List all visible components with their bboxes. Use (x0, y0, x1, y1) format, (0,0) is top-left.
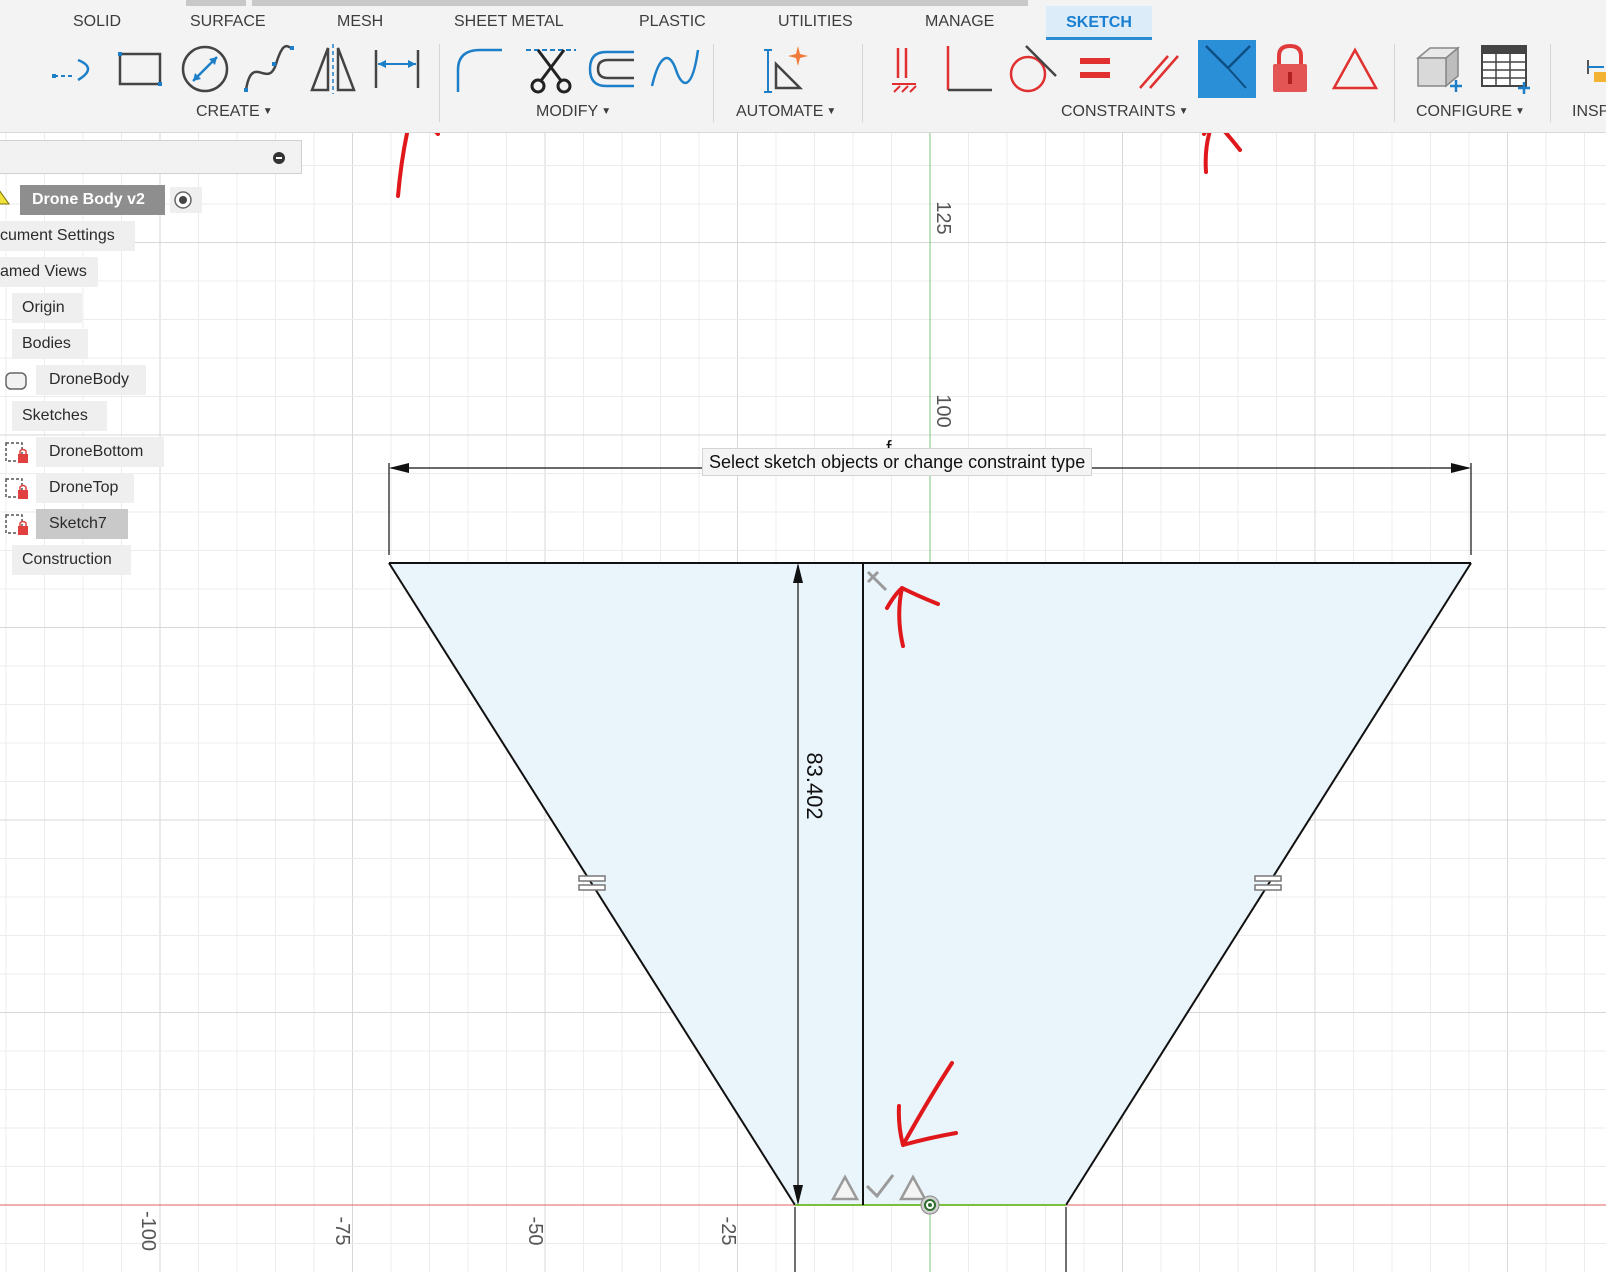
ribbon-toolbar: SOLID SURFACE MESH SHEET METAL PLASTIC U… (0, 0, 1606, 133)
browser-item-origin[interactable]: Origin (12, 293, 82, 323)
separator (439, 44, 440, 122)
collapse-icon[interactable] (273, 152, 285, 164)
sketch-profile[interactable] (388, 562, 1472, 1215)
axis-tick-label: -25 (717, 1217, 739, 1246)
constraint-tooltip: Select sketch objects or change constrai… (702, 448, 1093, 476)
fillet-icon[interactable] (452, 42, 506, 96)
equal-constraint-glyph (578, 884, 606, 891)
sketch-locked-icon (4, 513, 30, 542)
warning-icon (0, 189, 10, 210)
parallel-icon[interactable] (1132, 42, 1186, 96)
separator (1550, 44, 1551, 122)
dimension-arrow (1451, 463, 1471, 473)
modify-menu[interactable]: MODIFY ▼ (536, 103, 611, 121)
activate-radio-icon[interactable] (170, 187, 202, 213)
sketch-canvas[interactable]: 125100755025-100-75-50-25 f 83.402 (0, 133, 1606, 1272)
tangent-icon[interactable] (1004, 42, 1058, 96)
body-icon (4, 371, 28, 396)
tab-utilities[interactable]: UTILITIES (778, 13, 853, 31)
tab-solid[interactable]: SOLID (73, 13, 121, 31)
perpendicular-icon[interactable] (940, 42, 994, 96)
separator (862, 44, 863, 122)
red-arrow-annotation (1202, 133, 1242, 174)
top-scroll-bar[interactable] (252, 0, 1028, 6)
origin-point (928, 1203, 932, 1207)
browser-item-construction[interactable]: Construction (12, 545, 131, 575)
browser-item-dronebody[interactable]: DroneBody (36, 365, 146, 395)
equal-constraint-glyph (578, 875, 606, 882)
inspect-measure-icon[interactable] (1584, 42, 1606, 96)
axis-tick-label: -75 (331, 1217, 353, 1246)
spline-curve-icon[interactable] (648, 42, 702, 96)
red-arrow-annotation (396, 133, 440, 198)
tab-surface[interactable]: SURFACE (190, 13, 266, 31)
offset-icon[interactable] (584, 42, 638, 96)
equal-icon[interactable] (1068, 42, 1122, 96)
browser-panel-header (0, 140, 302, 174)
browser-item-dronebottom[interactable]: DroneBottom (36, 437, 164, 467)
mirror-icon[interactable] (306, 42, 360, 96)
create-menu[interactable]: CREATE ▼ (196, 103, 273, 121)
constraints-menu[interactable]: CONSTRAINTS ▼ (1061, 103, 1189, 121)
sketch-locked-icon (4, 477, 30, 506)
tab-sheet-metal[interactable]: SHEET METAL (454, 13, 564, 31)
tab-manage[interactable]: MANAGE (925, 13, 994, 31)
tab-sketch[interactable]: SKETCH (1046, 6, 1152, 40)
browser-item-dronetop[interactable]: DroneTop (36, 473, 134, 503)
spline-icon[interactable] (242, 42, 296, 96)
height-dimension-label: 83.402 (802, 752, 827, 819)
fix-lock-icon[interactable] (1263, 42, 1317, 96)
top-scroll-segment (186, 0, 246, 6)
sketch-locked-icon (4, 441, 30, 470)
inspect-menu[interactable]: INSP (1572, 103, 1606, 121)
axis-tick-label: -100 (137, 1211, 159, 1251)
separator (713, 44, 714, 122)
axis-tick-label: 125 (932, 201, 954, 234)
configure-table-icon[interactable] (1478, 42, 1532, 96)
configure-menu[interactable]: CONFIGURE ▼ (1416, 103, 1525, 121)
tab-sketch-label: SKETCH (1066, 14, 1132, 31)
dimension-arrow (389, 463, 409, 473)
trim-icon[interactable] (524, 42, 578, 96)
browser-item-sketches[interactable]: Sketches (12, 401, 107, 431)
tab-plastic[interactable]: PLASTIC (639, 13, 706, 31)
browser-item-sketch7[interactable]: Sketch7 (36, 509, 128, 539)
axis-tick-label: -50 (524, 1217, 546, 1246)
automate-icon[interactable] (760, 42, 814, 96)
rectangle-icon[interactable] (114, 42, 168, 96)
change-parameters-icon[interactable] (1412, 42, 1466, 96)
symmetry-icon[interactable] (1328, 42, 1382, 96)
profile-fill (389, 563, 1471, 1205)
automate-menu[interactable]: AUTOMATE ▼ (736, 103, 836, 121)
dimension-icon[interactable] (370, 42, 424, 96)
browser-item-named-views[interactable]: amed Views (0, 257, 98, 287)
browser-root-drone-body[interactable]: Drone Body v2 (20, 185, 165, 215)
browser-item-document-settings[interactable]: cument Settings (0, 221, 135, 251)
circle-icon[interactable] (178, 42, 232, 96)
equal-constraint-glyph (1254, 884, 1282, 891)
axis-tick-label: 100 (932, 394, 954, 427)
coincident-icon[interactable] (1198, 40, 1256, 98)
tab-mesh[interactable]: MESH (337, 13, 383, 31)
browser-item-bodies[interactable]: Bodies (12, 329, 88, 359)
separator (1394, 44, 1395, 122)
equal-constraint-glyph (1254, 875, 1282, 882)
line-icon[interactable] (50, 42, 104, 96)
horizontal-vertical-icon[interactable] (876, 42, 930, 96)
